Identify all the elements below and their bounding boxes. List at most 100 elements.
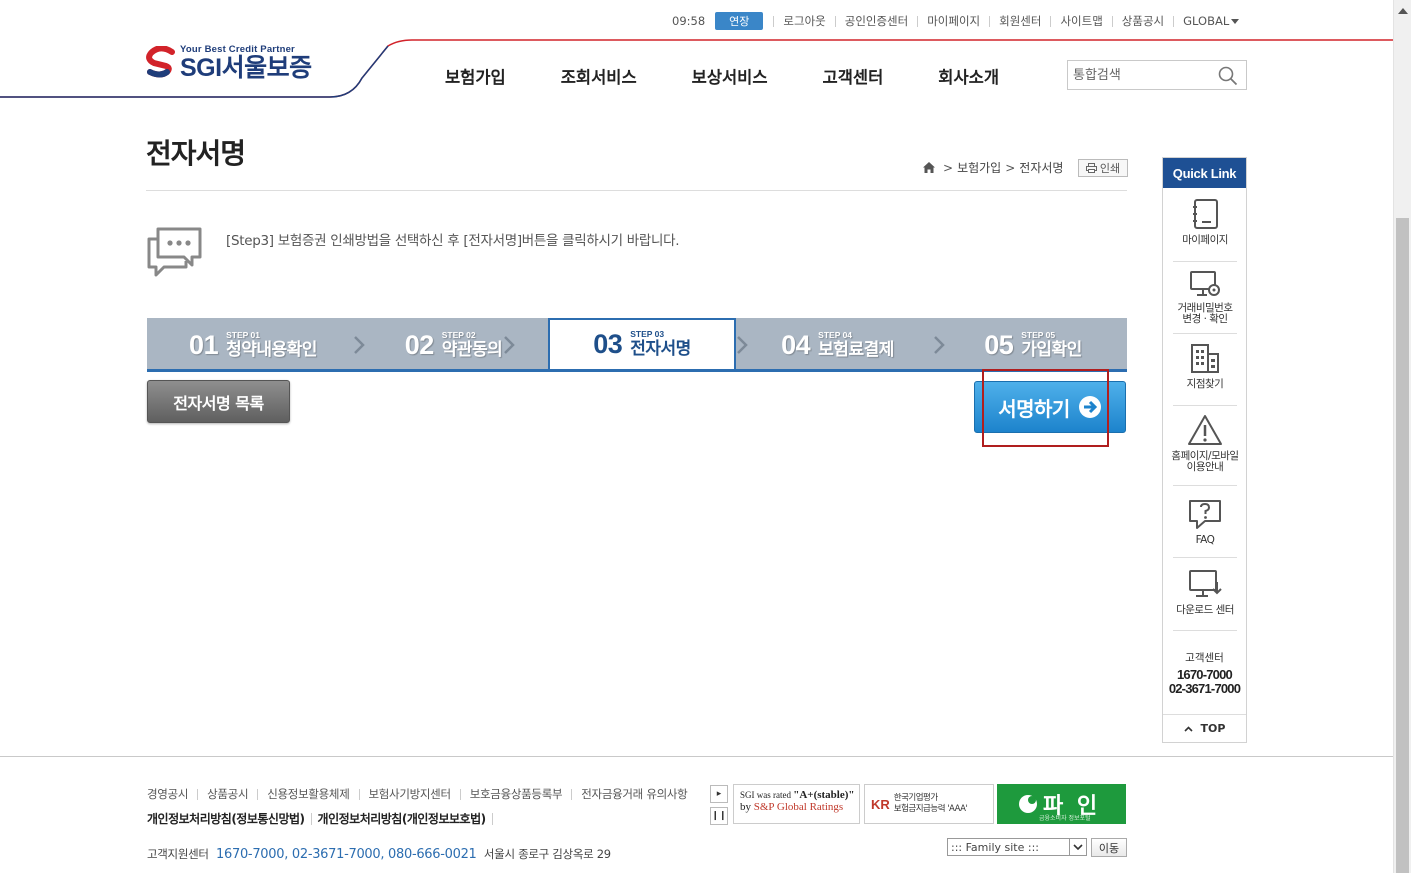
ql-download-center[interactable]: 다운로드 센터 xyxy=(1171,568,1239,616)
extend-session-button[interactable]: 연장 xyxy=(715,12,764,30)
banner-text: 한국기업평가 xyxy=(893,793,938,803)
page-title: 전자서명 xyxy=(146,137,246,170)
home-icon[interactable] xyxy=(923,162,935,173)
chevron-right-icon xyxy=(504,336,515,354)
step-label: 청약내용확인 xyxy=(226,339,317,360)
step-small-label: STEP 02 xyxy=(441,329,476,340)
chevron-right-icon xyxy=(354,336,365,354)
step-small-label: STEP 04 xyxy=(818,329,853,340)
signature-list-button[interactable]: 전자서명 목록 xyxy=(147,380,290,423)
footer-link[interactable]: 신용정보활용체제 xyxy=(257,788,358,800)
banner-text: S&P Global Ratings xyxy=(753,801,844,813)
ql-faq[interactable]: FAQ xyxy=(1171,498,1239,546)
scroll-up-icon[interactable] xyxy=(1398,8,1408,14)
ql-transaction-password[interactable]: 거래비밀번호 변경 · 확인 xyxy=(1171,270,1239,325)
ql-customer-center: 고객센터 1670-7000 02-3671-7000 xyxy=(1163,650,1246,696)
ql-label: 변경 · 확인 xyxy=(1182,313,1228,325)
ql-usage-guide[interactable]: 홈페이지/모바일 이용안내 xyxy=(1171,414,1239,473)
ql-divider xyxy=(1173,557,1237,558)
footer-policies: 개인정보처리방침(정보통신망법) 개인정보처리방침(개인정보보호법) xyxy=(147,813,499,825)
global-dropdown[interactable]: GLOBAL xyxy=(1173,15,1248,27)
printer-icon xyxy=(1085,163,1097,173)
breadcrumb-current: 전자서명 xyxy=(1019,161,1064,175)
fine-portal-banner[interactable]: 파 인 금융소비자 정보포털 xyxy=(997,784,1126,824)
step-label: 전자서명 xyxy=(630,339,691,359)
footer-link[interactable]: 경영공시 xyxy=(147,788,197,800)
step-number: 02 xyxy=(404,329,435,360)
member-center-link[interactable]: 회원센터 xyxy=(989,15,1050,27)
nav-company-intro[interactable]: 회사소개 xyxy=(938,64,999,88)
ql-divider xyxy=(1173,485,1237,486)
step-label: 가입확인 xyxy=(1021,339,1082,360)
banner-text: by xyxy=(740,801,754,813)
banner-text: 금융소비자 정보포털 xyxy=(1039,815,1091,822)
privacy-policy-link[interactable]: 개인정보처리방침(정보통신망법) xyxy=(147,813,312,825)
banner-text: SGI was rated xyxy=(740,790,794,800)
download-icon xyxy=(1189,570,1222,597)
title-divider xyxy=(146,190,1127,191)
product-disclosure-link[interactable]: 상품공시 xyxy=(1111,15,1173,27)
sign-button[interactable]: 서명하기 xyxy=(974,381,1126,433)
step-4: 04 STEP 04 보험료결제 xyxy=(736,318,945,372)
chevron-right-icon xyxy=(737,336,748,354)
step-small-label: STEP 05 xyxy=(1021,329,1056,340)
privacy-policy-link[interactable]: 개인정보처리방침(개인정보보호법) xyxy=(318,813,493,825)
footer-link[interactable]: 상품공시 xyxy=(197,788,257,800)
ql-cs-phone: 1670-7000 xyxy=(1177,667,1233,682)
nav-insurance-signup[interactable]: 보험가입 xyxy=(445,64,506,88)
ql-label: FAQ xyxy=(1195,534,1215,546)
sgi-logo[interactable]: Your Best Credit Partner SGI서울보증 xyxy=(146,44,312,81)
step-number: 03 xyxy=(593,329,623,359)
mypage-link[interactable]: 마이페이지 xyxy=(917,15,989,27)
nav-compensation-service[interactable]: 보상서비스 xyxy=(692,64,768,88)
sp-rating-banner[interactable]: SGI was rated "A+(stable)" by S&P Global… xyxy=(733,784,860,824)
footer-link[interactable]: 보험사기방지센터 xyxy=(358,788,460,800)
utility-bar: 09:58 연장 로그아웃 공인인증센터 마이페이지 회원센터 사이트맵 상품공… xyxy=(672,12,1248,30)
breadcrumb: > 보험가입 > 전자서명 xyxy=(923,159,1063,176)
ql-label: 이용안내 xyxy=(1186,461,1224,473)
footer-cs-label: 고객지원센터 xyxy=(147,847,209,861)
kr-logo-icon: KR xyxy=(871,796,890,812)
ql-label: 다운로드 센터 xyxy=(1176,604,1234,616)
caret-down-icon xyxy=(1231,18,1240,24)
ql-mypage[interactable]: 마이페이지 xyxy=(1171,198,1239,246)
footer-link[interactable]: 보호금융상품등록부 xyxy=(459,788,572,800)
sitemap-link[interactable]: 사이트맵 xyxy=(1050,15,1111,27)
scroll-top-button[interactable]: TOP xyxy=(1163,714,1246,742)
breadcrumb-separator: > xyxy=(943,160,954,175)
step-1: 01 STEP 01 청약내용확인 xyxy=(147,318,365,372)
banner-pause-button[interactable]: ❙❙ xyxy=(710,807,728,825)
print-button[interactable]: 인쇄 xyxy=(1078,159,1128,177)
ql-branch-finder[interactable]: 지점찾기 xyxy=(1171,342,1239,390)
family-site-select[interactable]: ::: Family site ::: xyxy=(947,838,1087,856)
banner-next-button[interactable]: ▸ xyxy=(710,785,728,803)
logout-link[interactable]: 로그아웃 xyxy=(773,15,834,27)
search-box xyxy=(1067,60,1247,90)
nav-inquiry-service[interactable]: 조회서비스 xyxy=(561,64,637,88)
step-3-active: 03 STEP 03 전자서명 xyxy=(548,318,736,372)
arrow-right-circle-icon xyxy=(1078,396,1101,418)
step-number: 04 xyxy=(781,329,811,360)
quick-link-title: Quick Link xyxy=(1163,158,1246,188)
family-site-go-button[interactable]: 이동 xyxy=(1091,838,1127,857)
scrollbar-thumb[interactable] xyxy=(1396,218,1409,873)
cert-center-link[interactable]: 공인인증센터 xyxy=(834,15,917,27)
search-input[interactable] xyxy=(1068,61,1208,89)
step-2: 02 STEP 02 약관동의 xyxy=(359,318,548,372)
ql-label: 지점찾기 xyxy=(1186,378,1224,390)
chevron-right-icon xyxy=(934,336,945,354)
sign-button-label: 서명하기 xyxy=(998,396,1070,421)
kr-rating-banner[interactable]: KR 한국기업평가 보험금지급능력 'AAA' xyxy=(864,784,994,824)
footer-cs-phones: 1670-7000, 02-3671-7000, 080-666-0021 xyxy=(216,847,477,862)
search-icon[interactable] xyxy=(1218,66,1238,86)
quick-link-panel: Quick Link 마이페이지 거래비밀번호 변경 · 확인 지점찾기 홈페이… xyxy=(1162,157,1247,743)
step-label: 약관동의 xyxy=(441,339,503,360)
breadcrumb-item[interactable]: 보험가입 xyxy=(957,159,1001,176)
fine-logo-icon xyxy=(1019,795,1037,813)
ql-cs-title: 고객센터 xyxy=(1185,652,1224,664)
nav-customer-center[interactable]: 고객센터 xyxy=(823,64,884,88)
banner-text: 보험금지급능력 'AAA' xyxy=(893,804,968,814)
footer-address: 서울시 종로구 김상옥로 29 xyxy=(483,847,611,861)
page-scrollbar[interactable] xyxy=(1393,0,1411,873)
footer-link[interactable]: 전자금융거래 유의사항 xyxy=(571,788,696,800)
